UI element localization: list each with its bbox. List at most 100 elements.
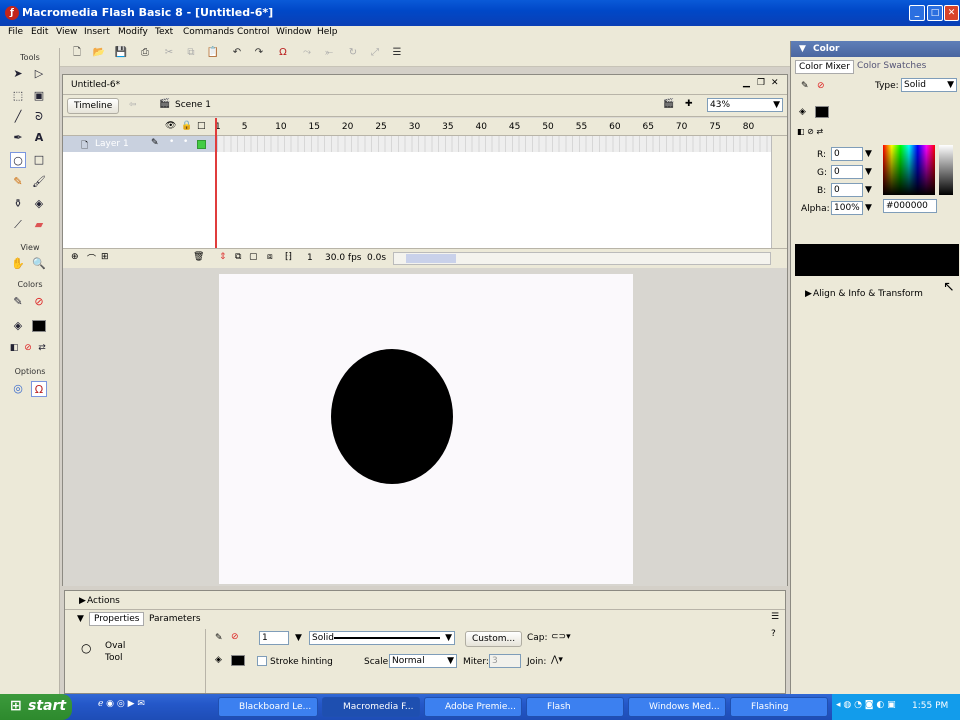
swap-colors-icon[interactable]: ⇄ bbox=[34, 340, 50, 356]
start-button[interactable]: ⊞ start bbox=[0, 694, 72, 720]
fill-transform-tool-icon[interactable]: ▣ bbox=[31, 88, 47, 104]
scale-select[interactable]: Normal ▼ bbox=[389, 654, 457, 668]
doc-minimize-icon[interactable]: ▁ bbox=[743, 78, 750, 88]
cap-select-icon[interactable]: ⊂⊃▾ bbox=[551, 632, 571, 642]
type-select[interactable]: Solid ▼ bbox=[901, 78, 957, 92]
hscroll-thumb[interactable] bbox=[406, 254, 456, 263]
selection-tool-icon[interactable]: ➤ bbox=[10, 66, 26, 82]
chevron-down-icon[interactable]: ▼ bbox=[865, 185, 872, 195]
document-tab[interactable]: Untitled-6* bbox=[71, 80, 120, 90]
visibility-dot-icon[interactable]: • bbox=[169, 137, 174, 147]
eraser-tool-icon[interactable]: ▰ bbox=[31, 217, 47, 233]
chevron-down-icon[interactable]: ▼ bbox=[865, 203, 872, 213]
menu-commands[interactable]: Commands bbox=[183, 27, 234, 37]
stroke-height-input[interactable]: 1 bbox=[259, 631, 289, 645]
task-flash-folder[interactable]: Flash bbox=[526, 697, 624, 717]
text-tool-icon[interactable]: A bbox=[31, 130, 47, 146]
expand-arrow-icon[interactable]: ▶ bbox=[79, 596, 86, 606]
insert-folder-icon[interactable]: ⊞ bbox=[101, 252, 109, 262]
rectangle-tool-icon[interactable]: □ bbox=[31, 152, 47, 168]
tab-color-swatches[interactable]: Color Swatches bbox=[857, 61, 926, 71]
open-folder-icon[interactable]: 📂 bbox=[92, 46, 106, 60]
timeline-vscrollbar[interactable] bbox=[771, 136, 787, 248]
menu-file[interactable]: File bbox=[8, 27, 23, 37]
tab-properties[interactable]: Properties bbox=[89, 612, 145, 626]
undo-icon[interactable]: ↶ bbox=[230, 46, 244, 60]
pen-tool-icon[interactable]: ✒ bbox=[10, 130, 26, 146]
zoom-select[interactable]: 43% ▼ bbox=[707, 98, 783, 112]
center-frame-icon[interactable]: ⇕ bbox=[219, 252, 227, 262]
snap-magnet-icon[interactable]: Ω bbox=[276, 46, 290, 60]
chevron-down-icon[interactable]: ▼ bbox=[295, 633, 302, 643]
zoom-tool-icon[interactable]: 🔍 bbox=[31, 256, 47, 272]
miter-input[interactable]: 3 bbox=[489, 654, 521, 668]
stroke-none-swatch-icon[interactable]: ⊘ bbox=[231, 632, 239, 642]
edit-multiple-icon[interactable]: ⧈ bbox=[267, 252, 273, 262]
stroke-none-icon[interactable]: ⊘ bbox=[817, 81, 825, 91]
black-oval-shape[interactable] bbox=[331, 349, 453, 484]
stroke-style-select[interactable]: Solid ▼ bbox=[309, 631, 455, 645]
join-select-icon[interactable]: ⋀▾ bbox=[551, 655, 563, 665]
snap-to-objects-icon[interactable]: Ω bbox=[31, 381, 47, 397]
lock-dot-icon[interactable]: • bbox=[183, 137, 188, 147]
r-input[interactable]: 0 bbox=[831, 147, 863, 161]
lasso-tool-icon[interactable]: ᘐ bbox=[31, 109, 47, 125]
color-panel-header[interactable]: ▼ Color bbox=[791, 41, 960, 57]
align-info-transform-panel[interactable]: Align & Info & Transform bbox=[813, 289, 923, 299]
object-drawing-icon[interactable]: ◎ bbox=[10, 381, 26, 397]
cut-icon[interactable]: ✂ bbox=[162, 46, 176, 60]
fill-swatch[interactable] bbox=[815, 106, 829, 118]
stroke-pencil-icon[interactable]: ✎ bbox=[215, 633, 223, 643]
frames-row[interactable] bbox=[218, 136, 771, 152]
stroke-hinting-checkbox[interactable] bbox=[257, 656, 267, 666]
onion-skin-icon[interactable]: ⧉ bbox=[235, 252, 241, 262]
align-icon[interactable]: ☰ bbox=[390, 46, 404, 60]
doc-restore-icon[interactable]: ❐ bbox=[757, 78, 765, 88]
print-icon[interactable]: ⎙ bbox=[138, 46, 152, 60]
custom-button[interactable]: Custom... bbox=[465, 631, 523, 647]
layer-name[interactable]: Layer 1 bbox=[95, 139, 129, 149]
delete-layer-icon[interactable]: 🗑 bbox=[193, 252, 204, 262]
ink-bottle-tool-icon[interactable]: ⚱ bbox=[10, 196, 26, 212]
maximize-button[interactable]: □ bbox=[927, 5, 943, 21]
lock-icon[interactable]: 🔒 bbox=[181, 121, 192, 131]
timeline-button[interactable]: Timeline bbox=[67, 98, 120, 114]
menu-insert[interactable]: Insert bbox=[84, 27, 110, 37]
tray-icons[interactable]: ◂ ◍ ◔ ◙ ◐ ▣ bbox=[836, 700, 896, 710]
menu-control[interactable]: Control bbox=[237, 27, 270, 37]
stroke-none-swatch-icon[interactable]: ⊘ bbox=[31, 294, 47, 310]
menu-modify[interactable]: Modify bbox=[118, 27, 148, 37]
expand-arrow-icon[interactable]: ▶ bbox=[805, 289, 812, 299]
rotate-icon[interactable]: ↻ bbox=[346, 46, 360, 60]
chevron-down-icon[interactable]: ▼ bbox=[865, 167, 872, 177]
back-arrow-icon[interactable]: ⇦ bbox=[129, 100, 137, 110]
fill-black-swatch[interactable] bbox=[231, 655, 245, 666]
task-windows-media[interactable]: Windows Med... bbox=[628, 697, 726, 717]
collapse-arrow-icon[interactable]: ▼ bbox=[77, 614, 84, 624]
menu-window[interactable]: Window bbox=[276, 27, 312, 37]
hex-input[interactable]: #000000 bbox=[883, 199, 937, 213]
quick-launch-icons[interactable]: ℯ ◉ ◎ ▶ ✉ bbox=[98, 699, 145, 709]
b-input[interactable]: 0 bbox=[831, 183, 863, 197]
task-adobe-premiere[interactable]: Adobe Premie... bbox=[424, 697, 522, 717]
panel-options-icon[interactable]: ☰ bbox=[771, 612, 779, 622]
add-guide-icon[interactable]: ⌒ bbox=[87, 252, 96, 265]
fill-color-icon[interactable]: ◈ bbox=[799, 107, 806, 117]
edit-scene-icon[interactable]: 🎬 bbox=[663, 99, 674, 109]
stage[interactable] bbox=[219, 274, 633, 584]
redo-icon[interactable]: ↷ bbox=[252, 46, 266, 60]
edit-symbol-icon[interactable]: ✚ bbox=[685, 99, 693, 109]
eyedropper-tool-icon[interactable]: ⟋ bbox=[10, 217, 26, 233]
chevron-down-icon[interactable]: ▼ bbox=[865, 149, 872, 159]
onion-outline-icon[interactable]: ▢ bbox=[249, 252, 258, 262]
color-spectrum[interactable] bbox=[883, 145, 935, 195]
fill-black-swatch[interactable] bbox=[32, 320, 46, 332]
g-input[interactable]: 0 bbox=[831, 165, 863, 179]
fill-color-icon[interactable]: ◈ bbox=[10, 318, 26, 334]
close-button[interactable]: ✕ bbox=[944, 5, 959, 21]
fill-bucket-icon[interactable]: ◈ bbox=[215, 655, 222, 665]
line-tool-icon[interactable]: ╱ bbox=[10, 109, 26, 125]
doc-close-icon[interactable]: ✕ bbox=[771, 78, 779, 88]
actions-panel[interactable]: Actions bbox=[87, 596, 120, 606]
brightness-slider[interactable] bbox=[939, 145, 953, 195]
